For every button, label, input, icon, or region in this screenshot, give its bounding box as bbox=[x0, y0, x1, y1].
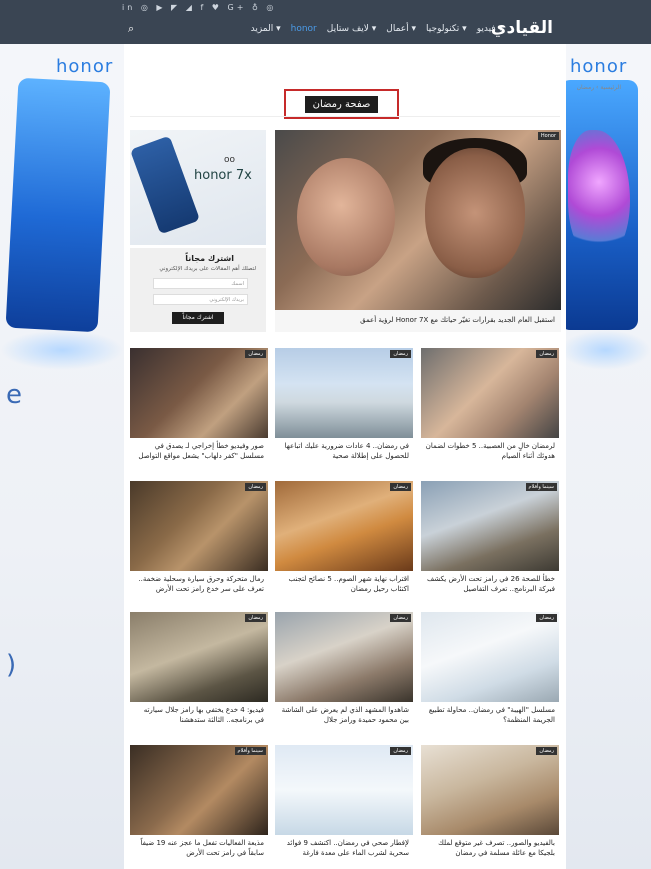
article-thumbnail[interactable]: رمضان bbox=[275, 612, 413, 702]
search-icon[interactable]: ⌕ bbox=[128, 22, 134, 36]
article-card[interactable]: رمضان لإفطار صحي في رمضان.. اكتشف 9 فوائ… bbox=[275, 745, 413, 869]
left-edge-text-2: ) bbox=[6, 650, 17, 680]
article-card[interactable]: رمضان بالفيديو والصور.. تصرف غير متوقع ل… bbox=[421, 745, 559, 869]
article-thumbnail[interactable]: رمضان bbox=[421, 612, 559, 702]
honor-7x-ad[interactable]: oo honor 7x bbox=[129, 130, 266, 245]
social-icons-row[interactable]: in ◎ ▶ ◤ ◢ f ♥ G+ ♁ ◎ bbox=[122, 3, 276, 12]
right-ad-glow bbox=[560, 330, 651, 370]
featured-tag[interactable]: Honor bbox=[537, 132, 559, 140]
article-tag[interactable]: رمضان bbox=[390, 747, 411, 755]
article-thumbnail[interactable]: رمضان bbox=[275, 481, 413, 571]
subscribe-description: لتصلك أهم المقالات على بريدك الإلكتروني bbox=[159, 266, 256, 272]
featured-article[interactable]: Honor استقبل العام الجديد بقرارات تغيّر … bbox=[275, 130, 561, 332]
article-card[interactable]: رمضان في رمضان.. 4 عادات ضرورية عليك اتب… bbox=[275, 348, 413, 472]
nav-item-honor[interactable]: honor bbox=[291, 24, 317, 34]
article-title[interactable]: فيديو: 4 خدع يختفي بها رامز جلال سيارته … bbox=[134, 705, 264, 725]
article-title[interactable]: لرمضان خالٍ من العصبية.. 5 خطوات لضمان ه… bbox=[425, 441, 555, 461]
nav-item-lifestyle[interactable]: لايف ستايل ▾ bbox=[327, 24, 377, 34]
article-tag[interactable]: رمضان bbox=[390, 350, 411, 358]
article-thumbnail[interactable]: رمضان bbox=[421, 745, 559, 835]
article-title[interactable]: مسلسل "الهيبة" في رمضان.. محاولة تطبيع ا… bbox=[425, 705, 555, 725]
article-title[interactable]: بالفيديو والصور.. تصرف غير متوقع لملك بل… bbox=[425, 838, 555, 858]
honor-7x-phone-image bbox=[129, 135, 201, 235]
article-thumbnail[interactable]: رمضان bbox=[130, 612, 268, 702]
article-tag[interactable]: رمضان bbox=[245, 483, 266, 491]
nav-item-more[interactable]: المزيد ▾ bbox=[251, 24, 281, 34]
page-title: صفحة رمضان bbox=[304, 95, 379, 113]
article-card[interactable]: رمضان لرمضان خالٍ من العصبية.. 5 خطوات ل… bbox=[421, 348, 559, 472]
article-tag[interactable]: رمضان bbox=[390, 483, 411, 491]
right-ad-brand[interactable]: honor bbox=[570, 56, 627, 77]
article-tag[interactable]: سينما وأفلام bbox=[234, 747, 266, 755]
article-thumbnail[interactable]: سينما وأفلام bbox=[130, 745, 268, 835]
subscribe-box: اشترك مجاناً لتصلك أهم المقالات على بريد… bbox=[130, 248, 266, 332]
main-nav: فيديو ▾ تكنولوجيا ▾ أعمال ▾ لايف ستايل ▾… bbox=[251, 24, 503, 34]
article-card[interactable]: رمضان شاهدوا المشهد الذي لم يعرض على الش… bbox=[275, 612, 413, 736]
top-navbar: in ◎ ▶ ◤ ◢ f ♥ G+ ♁ ◎ ⌕ فيديو ▾ تكنولوجي… bbox=[0, 0, 651, 44]
article-tag[interactable]: رمضان bbox=[536, 350, 557, 358]
honor-7x-brand: honor 7x bbox=[194, 168, 252, 183]
left-edge-text: e bbox=[6, 380, 22, 410]
article-title[interactable]: خطأ للصحة 26 في رامز تحت الأرض يكشف فبرك… bbox=[425, 574, 555, 594]
article-thumbnail[interactable]: رمضان bbox=[130, 348, 268, 438]
article-thumbnail[interactable]: رمضان bbox=[421, 348, 559, 438]
page-title-highlight: صفحة رمضان bbox=[284, 89, 399, 119]
article-tag[interactable]: رمضان bbox=[245, 614, 266, 622]
article-tag[interactable]: رمضان bbox=[536, 747, 557, 755]
article-title[interactable]: مذيعة الفعاليات تفعل ما عجز عنه 19 ضيفاً… bbox=[134, 838, 265, 858]
left-ad-glow bbox=[0, 330, 124, 370]
nav-item-technology[interactable]: تكنولوجيا ▾ bbox=[426, 24, 467, 34]
name-field[interactable]: اسمك bbox=[153, 278, 248, 289]
article-tag[interactable]: سينما وأفلام bbox=[525, 483, 557, 491]
article-thumbnail[interactable]: سينما وأفلام bbox=[421, 481, 559, 571]
honor-7x-mark: oo bbox=[224, 155, 236, 165]
article-title[interactable]: في رمضان.. 4 عادات ضرورية عليك اتباعها ل… bbox=[279, 441, 409, 461]
article-title[interactable]: رمال متحركة وحرق سيارة وسحلية ضخمة.. تعر… bbox=[134, 574, 264, 594]
featured-image-face-left bbox=[297, 158, 395, 276]
email-field[interactable]: بريدك الإلكتروني bbox=[153, 294, 248, 305]
article-thumbnail[interactable]: رمضان bbox=[275, 348, 413, 438]
article-card[interactable]: سينما وأفلام مذيعة الفعاليات تفعل ما عجز… bbox=[130, 745, 268, 869]
divider bbox=[130, 116, 560, 117]
featured-image-face-right bbox=[425, 148, 525, 278]
article-thumbnail[interactable]: رمضان bbox=[130, 481, 268, 571]
article-card[interactable]: رمضان اقتراب نهاية شهر الصوم.. 5 نصائح ل… bbox=[275, 481, 413, 605]
nav-item-business[interactable]: أعمال ▾ bbox=[386, 24, 416, 34]
left-ad-brand[interactable]: honor bbox=[56, 56, 113, 77]
subscribe-title: اشترك مجاناً bbox=[185, 254, 234, 263]
article-title[interactable]: لإفطار صحي في رمضان.. اكتشف 9 فوائد سحري… bbox=[279, 838, 409, 858]
honor-phone-image-left[interactable] bbox=[5, 77, 111, 333]
article-tag[interactable]: رمضان bbox=[390, 614, 411, 622]
article-card[interactable]: سينما وأفلام خطأ للصحة 26 في رامز تحت ال… bbox=[421, 481, 559, 605]
article-tag[interactable]: رمضان bbox=[536, 614, 557, 622]
article-card[interactable]: رمضان مسلسل "الهيبة" في رمضان.. محاولة ت… bbox=[421, 612, 559, 736]
article-thumbnail[interactable]: رمضان bbox=[275, 745, 413, 835]
article-card[interactable]: رمضان صور وفيديو خطأ إخراجي لـ يصدق في م… bbox=[130, 348, 268, 472]
featured-image[interactable]: Honor bbox=[275, 130, 561, 310]
subscribe-button[interactable]: اشترك مجاناً bbox=[172, 312, 224, 324]
article-title[interactable]: صور وفيديو خطأ إخراجي لـ يصدق في مسلسل "… bbox=[134, 441, 264, 461]
article-title[interactable]: اقتراب نهاية شهر الصوم.. 5 نصائح لتجنب ا… bbox=[279, 574, 409, 594]
article-card[interactable]: رمضان فيديو: 4 خدع يختفي بها رامز جلال س… bbox=[130, 612, 268, 736]
article-tag[interactable]: رمضان bbox=[245, 350, 266, 358]
featured-caption[interactable]: استقبل العام الجديد بقرارات تغيّر حياتك … bbox=[360, 316, 555, 324]
breadcrumb[interactable]: الرئيسية › رمضان bbox=[577, 84, 621, 91]
site-logo[interactable]: القيادي bbox=[491, 18, 553, 38]
article-card[interactable]: رمضان رمال متحركة وحرق سيارة وسحلية ضخمة… bbox=[130, 481, 268, 605]
article-title[interactable]: شاهدوا المشهد الذي لم يعرض على الشاشة بي… bbox=[279, 705, 409, 725]
